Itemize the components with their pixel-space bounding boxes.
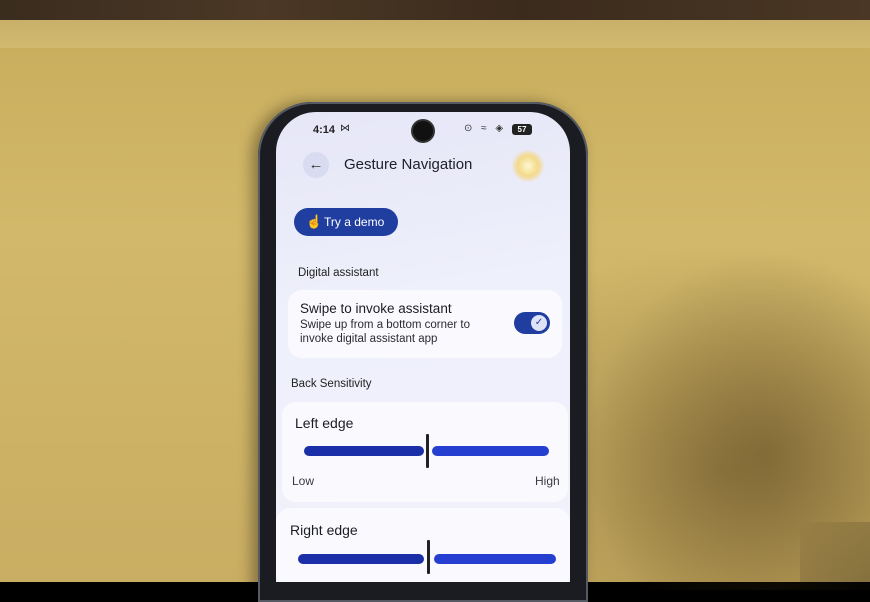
app-bar: ← Gesture Navigation	[276, 150, 570, 190]
left-edge-slider-rest[interactable]	[432, 446, 549, 456]
left-edge-slider-filled[interactable]	[304, 446, 424, 456]
right-edge-title: Right edge	[290, 522, 358, 538]
left-edge-slider-thumb[interactable]	[426, 434, 429, 468]
gesture-icon: ☝	[306, 214, 323, 229]
assistant-title: Swipe to invoke assistant	[300, 301, 452, 316]
right-edge-card: Right edge	[276, 508, 570, 582]
light-glare	[512, 150, 544, 182]
message-icon: ⋈	[340, 123, 350, 134]
wood-edge	[0, 0, 870, 20]
right-edge-slider-rest[interactable]	[434, 554, 556, 564]
try-demo-label: Try a demo	[324, 215, 385, 229]
right-edge-slider-filled[interactable]	[298, 554, 424, 564]
battery-icon: 57	[512, 124, 532, 135]
camera-cutout	[413, 121, 433, 141]
right-edge-slider-thumb[interactable]	[427, 540, 430, 574]
status-time: 4:14	[313, 124, 336, 136]
status-bar: 4:14 ⋈ ⊙ ≈ ◈ 57	[276, 112, 570, 148]
table-edge	[0, 20, 870, 48]
corner-shadow	[800, 522, 870, 582]
left-edge-title: Left edge	[295, 415, 354, 431]
assistant-toggle[interactable]: ✓	[514, 312, 550, 334]
assistant-subtitle: Swipe up from a bottom corner to invoke …	[300, 319, 471, 345]
section-digital-assistant: Digital assistant	[298, 267, 379, 279]
check-icon: ✓	[531, 315, 547, 331]
low-label: Low	[292, 474, 315, 488]
phone-screen: 4:14 ⋈ ⊙ ≈ ◈ 57 ← Gesture Navigation ☝ T…	[276, 112, 570, 582]
status-icons: ⊙ ≈ ◈	[464, 123, 507, 134]
try-demo-button[interactable]: ☝ Try a demo	[294, 208, 398, 236]
high-label: High	[535, 474, 560, 488]
back-button[interactable]: ←	[303, 152, 329, 178]
section-back-sensitivity: Back Sensitivity	[291, 378, 372, 390]
page-title: Gesture Navigation	[344, 156, 473, 173]
